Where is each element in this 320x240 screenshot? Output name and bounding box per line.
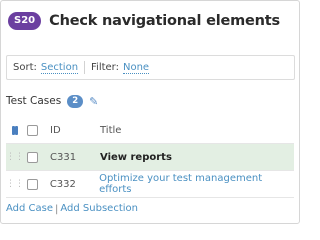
edit-pencil-icon[interactable]: ✎ bbox=[89, 95, 98, 108]
sort-value-link[interactable]: Section bbox=[40, 62, 79, 74]
page-header: S20 Check navigational elements bbox=[8, 10, 280, 32]
drag-handle-icon[interactable]: ⋮⋮ bbox=[6, 152, 24, 162]
case-title-link[interactable]: Optimize your test management efforts bbox=[99, 173, 294, 195]
case-title[interactable]: View reports bbox=[100, 152, 172, 163]
page-title: Check navigational elements bbox=[49, 13, 280, 29]
table-header-row: ID Title bbox=[6, 117, 294, 144]
footer-separator: | bbox=[55, 203, 59, 215]
add-subsection-link[interactable]: Add Subsection bbox=[60, 203, 138, 215]
filter-value-link[interactable]: None bbox=[123, 62, 150, 74]
case-id: C331 bbox=[50, 151, 77, 163]
sort-label: Sort: bbox=[13, 62, 37, 73]
table-row[interactable]: ⋮⋮ C331 View reports bbox=[6, 144, 294, 171]
section-badge: S20 bbox=[8, 12, 42, 30]
id-column-header[interactable]: ID bbox=[50, 125, 90, 136]
table-row[interactable]: ⋮⋮ C332 Optimize your test management ef… bbox=[6, 171, 294, 198]
row-checkbox[interactable] bbox=[27, 178, 38, 190]
row-checkbox[interactable] bbox=[27, 151, 38, 163]
sort-control[interactable]: Sort: Section bbox=[7, 62, 79, 74]
filter-label: Filter: bbox=[91, 62, 119, 73]
case-id: C332 bbox=[49, 178, 76, 190]
filter-control[interactable]: Filter: None bbox=[85, 62, 150, 74]
test-cases-header: Test Cases 2 ✎ bbox=[6, 94, 98, 108]
test-cases-table: ID Title ⋮⋮ C331 View reports ⋮⋮ C332 Op… bbox=[6, 117, 294, 198]
table-footer: Add Case | Add Subsection bbox=[6, 203, 138, 215]
add-case-link[interactable]: Add Case bbox=[6, 203, 53, 215]
test-cases-label: Test Cases bbox=[6, 95, 62, 107]
drag-handle-icon[interactable]: ⋮⋮ bbox=[6, 179, 24, 189]
title-column-header[interactable]: Title bbox=[100, 125, 121, 136]
filter-bar: Sort: Section Filter: None bbox=[6, 55, 295, 80]
select-all-checkbox[interactable] bbox=[27, 124, 38, 136]
column-settings-icon[interactable] bbox=[6, 125, 20, 135]
count-badge: 2 bbox=[67, 94, 84, 108]
